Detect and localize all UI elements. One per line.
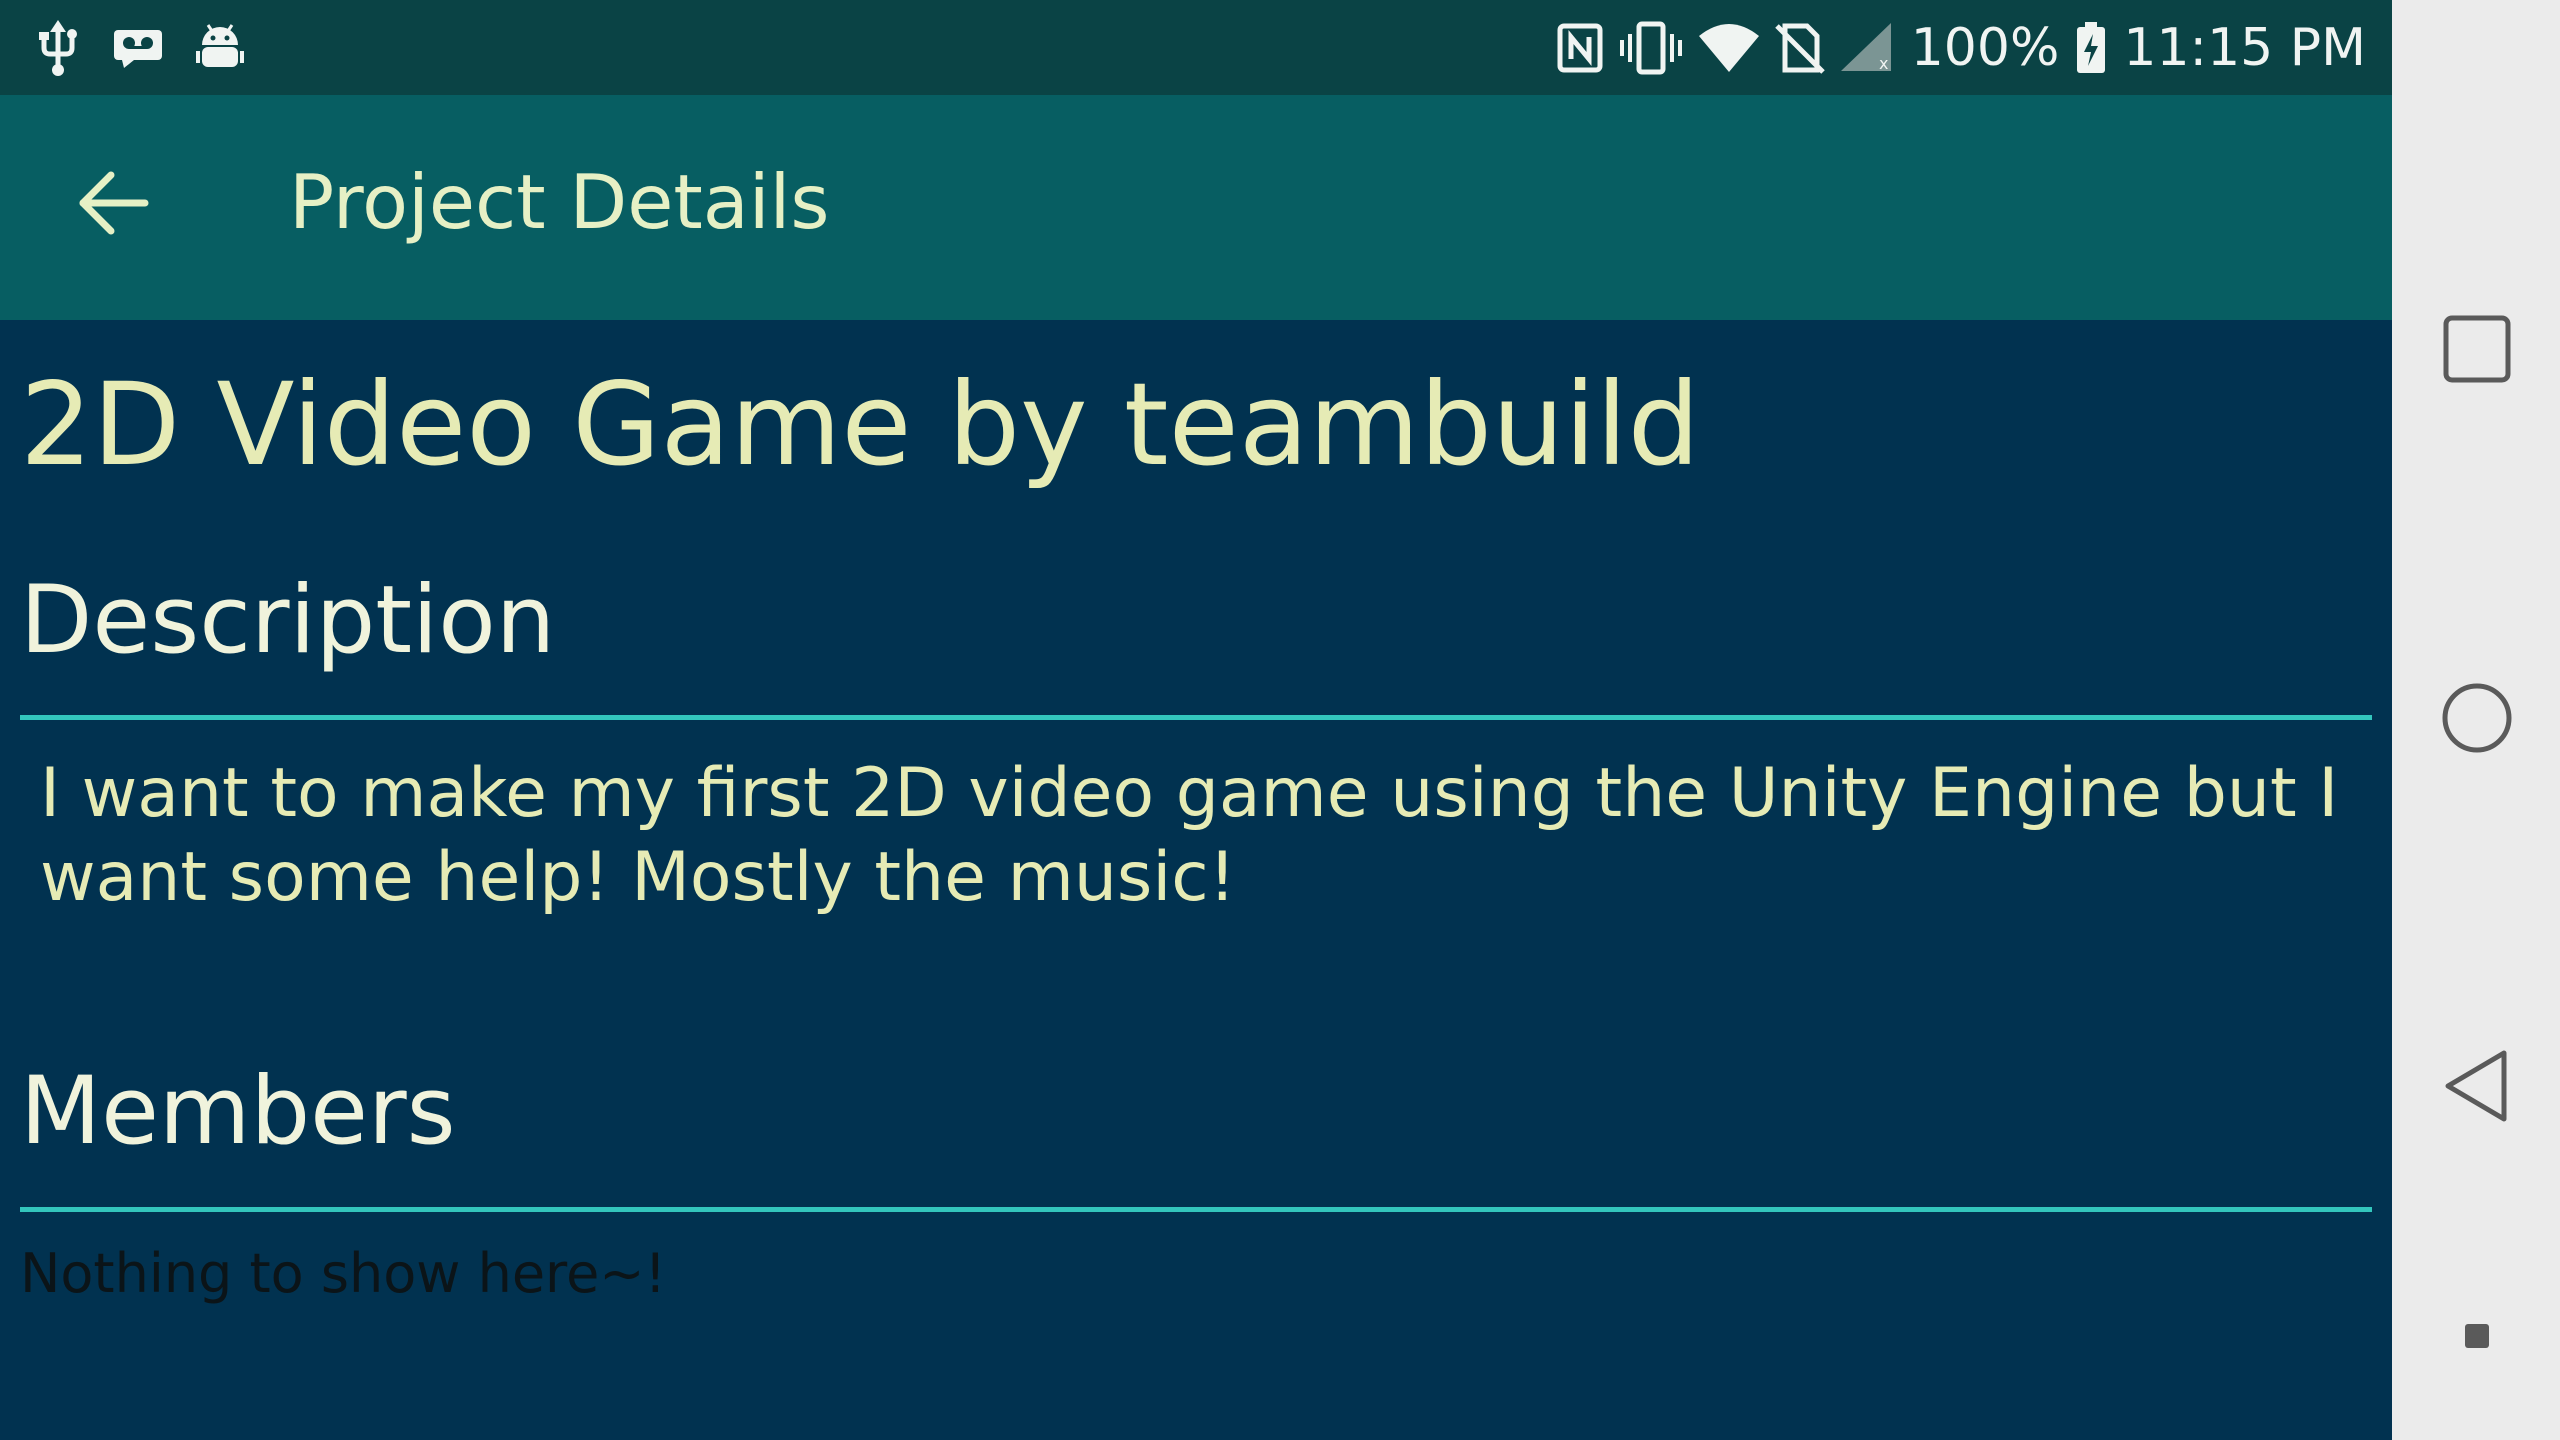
back-icon (2442, 1049, 2512, 1127)
android-debug-icon (196, 23, 244, 73)
status-bar: x 100% 11:15 PM (0, 0, 2392, 95)
project-description: I want to make my first 2D video game us… (40, 754, 2339, 917)
app-bar: Project Details (0, 95, 2392, 320)
vibrate-icon (1619, 20, 1683, 76)
no-sim-icon (1774, 22, 1825, 74)
members-divider (20, 1207, 2372, 1212)
back-button[interactable] (50, 150, 175, 260)
nfc-icon (1557, 23, 1603, 73)
signal-icon: x (1840, 22, 1895, 73)
project-title: 2D Video Game by teambuild (20, 358, 1700, 491)
status-right-icons: x 100% 11:15 PM (1557, 20, 2392, 76)
svg-text:x: x (1879, 54, 1888, 73)
keyboard-indicator-icon (2464, 1323, 2490, 1353)
wifi-icon (1698, 23, 1759, 72)
members-header: Members (20, 1057, 456, 1166)
usb-icon (36, 19, 80, 76)
nav-back-button[interactable] (2432, 1043, 2522, 1133)
arrow-back-icon (77, 171, 149, 239)
members-empty-message: Nothing to show here~! (20, 1242, 667, 1305)
status-left-icons (0, 19, 244, 76)
recents-button[interactable] (2432, 306, 2522, 396)
home-button[interactable] (2432, 675, 2522, 765)
screen: x 100% 11:15 PM Project Details 2D Video… (0, 0, 2560, 1440)
project-details-content: 2D Video Game by teambuild Description I… (0, 320, 2392, 1440)
voicemail-icon (112, 28, 164, 68)
description-divider (20, 715, 2372, 720)
home-icon (2441, 682, 2513, 758)
page-title: Project Details (289, 158, 830, 246)
battery-percent: 100% (1910, 17, 2060, 78)
navigation-bar (2392, 0, 2560, 1440)
recents-icon (2442, 314, 2512, 388)
clock: 11:15 PM (2123, 17, 2366, 78)
description-header: Description (20, 566, 556, 675)
keyboard-indicator (2432, 1293, 2522, 1383)
battery-charging-icon (2075, 21, 2107, 74)
